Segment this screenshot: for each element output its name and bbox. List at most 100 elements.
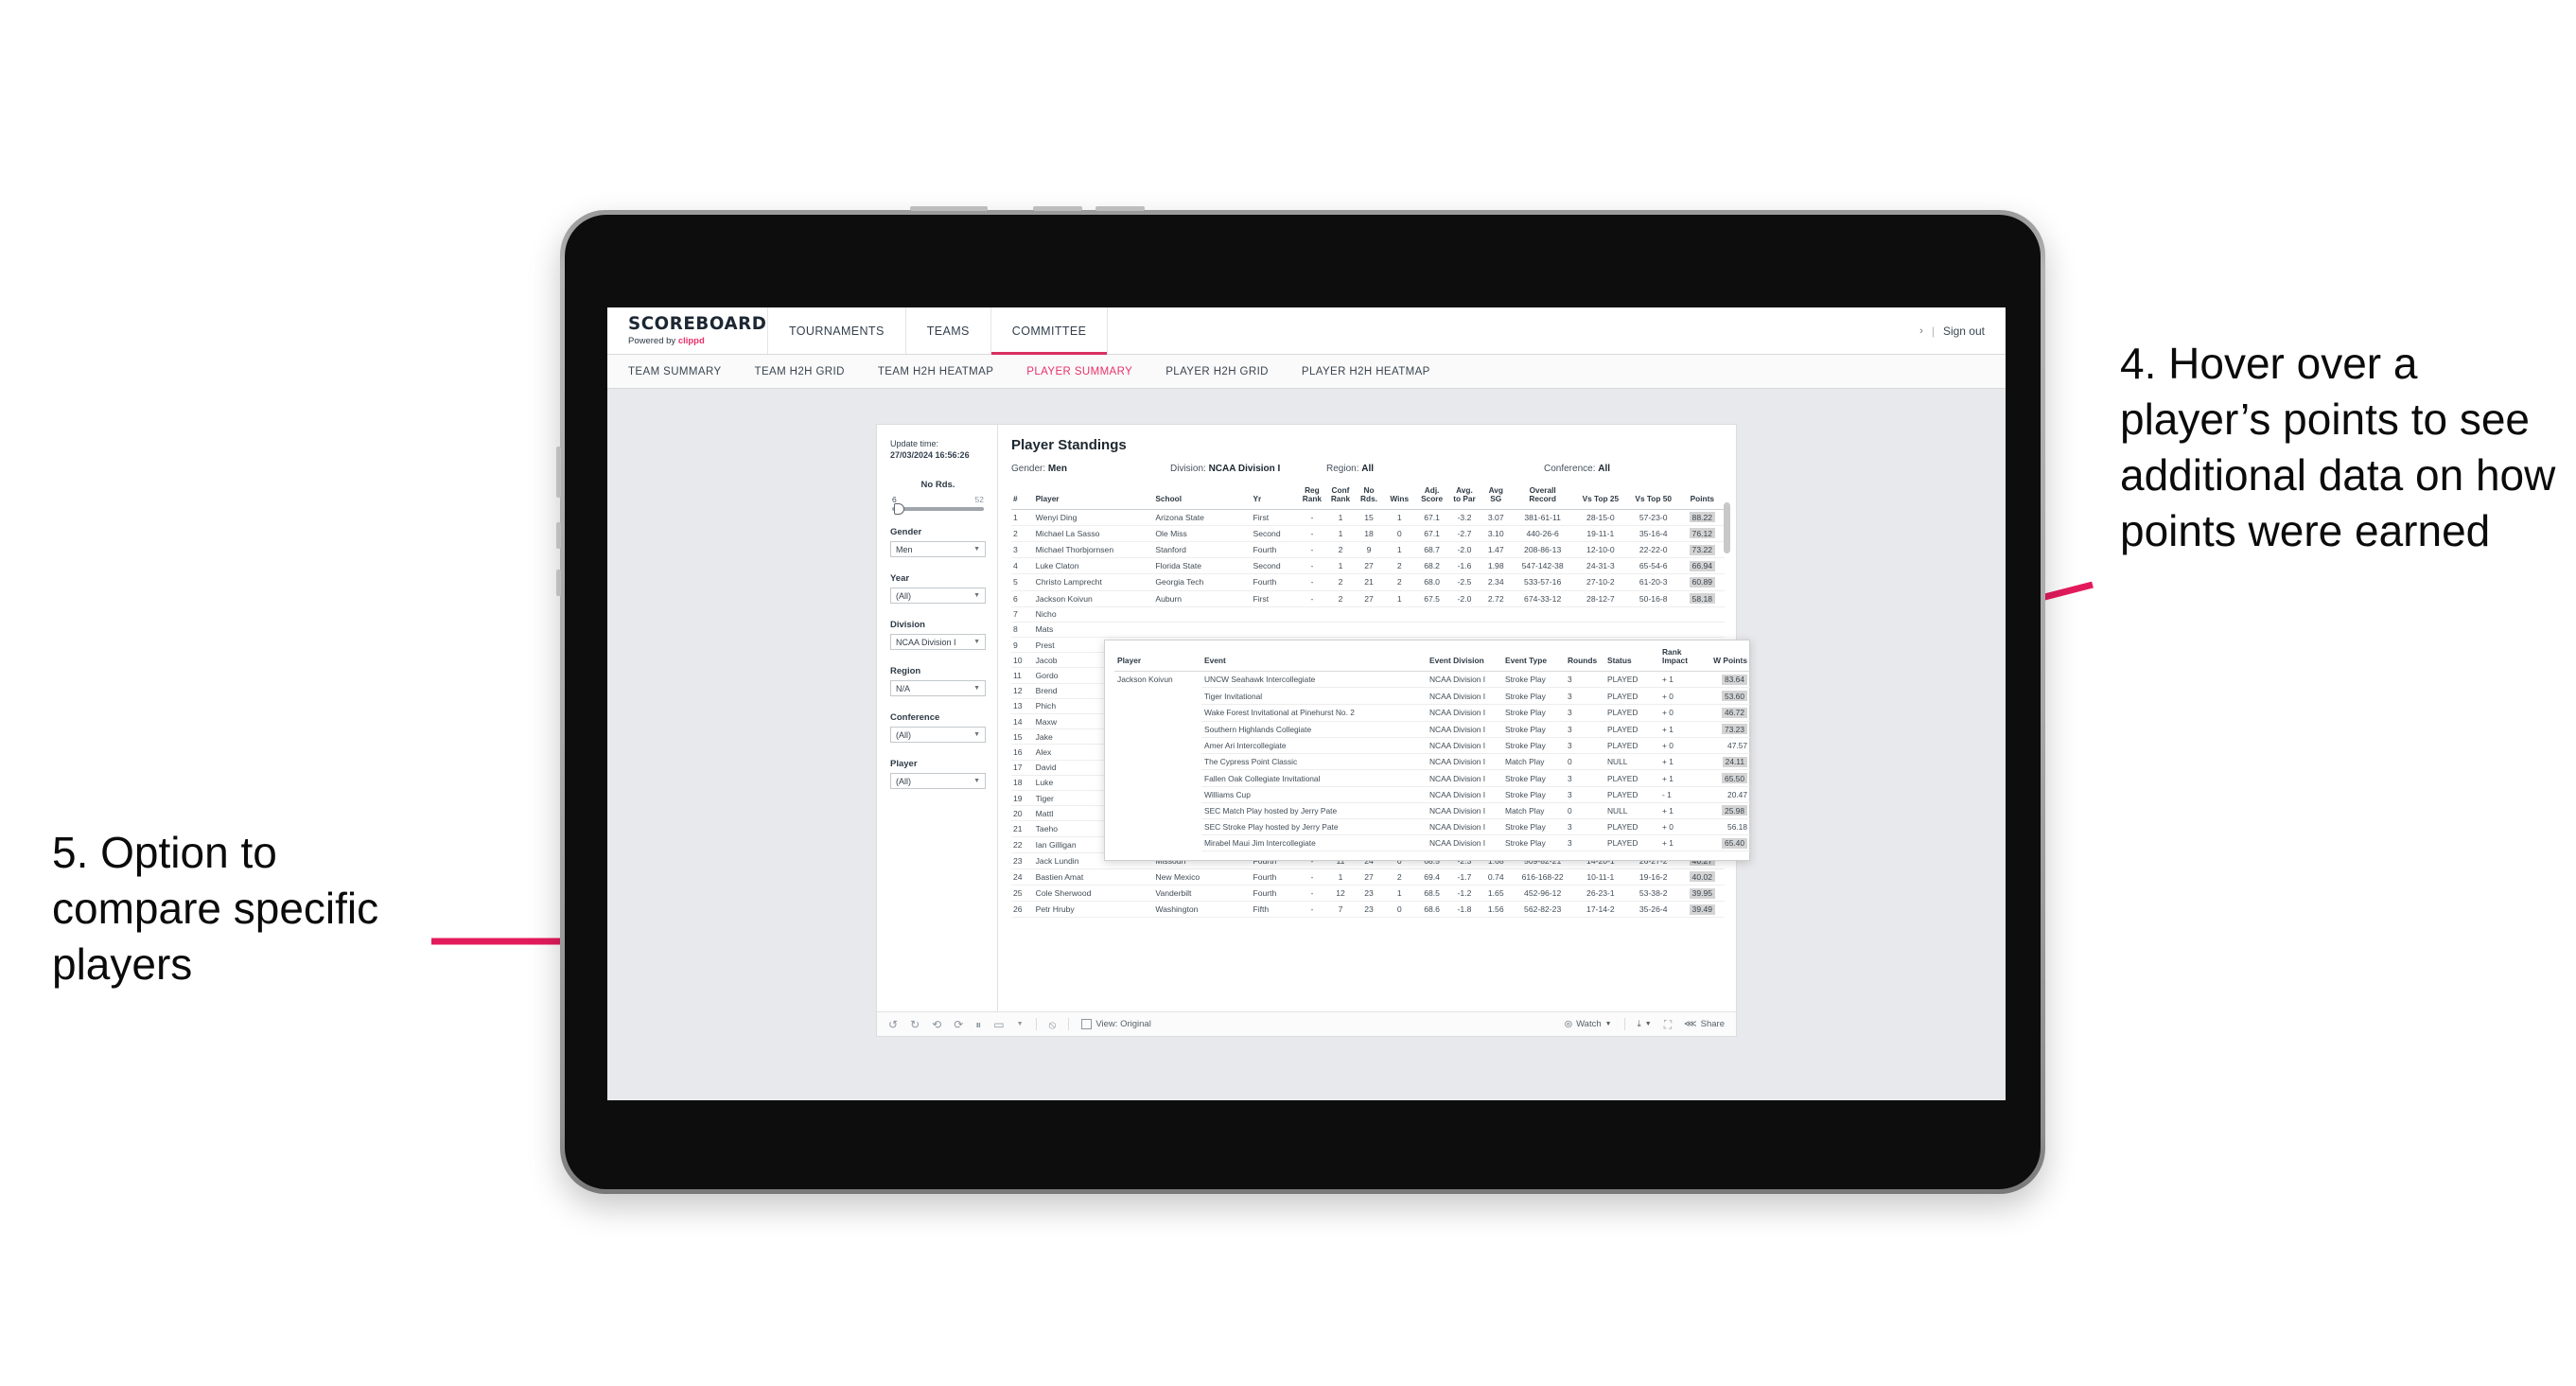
tooltip-cell-wpts: 46.72: [1701, 704, 1750, 722]
tab-team-summary[interactable]: TEAM SUMMARY: [628, 366, 742, 377]
chevron-down-icon[interactable]: ▼: [1017, 1021, 1024, 1027]
cell-num: 16: [1011, 744, 1034, 761]
filter-gender-value: Men: [896, 544, 913, 554]
col-header-rec[interactable]: Overall Record: [1511, 483, 1574, 510]
col-header-player[interactable]: Player: [1033, 483, 1154, 510]
col-header-par[interactable]: Avg. to Par: [1447, 483, 1481, 510]
table-row[interactable]: 26 Petr Hruby Washington Fifth -7 23 0 68.6 -1.8…: [1011, 901, 1725, 919]
table-row[interactable]: 4 Luke Claton Florida State Second -1 27 2 68.2…: [1011, 557, 1725, 575]
tooltip-cell-wpts: 53.60: [1701, 687, 1750, 705]
col-header-rds[interactable]: No Rds.: [1355, 483, 1384, 510]
filter-conference-select[interactable]: (All) ▼: [890, 727, 986, 744]
col-header-school[interactable]: School: [1153, 483, 1252, 510]
user-menu-icon[interactable]: ›: [1919, 325, 1923, 337]
undo-icon[interactable]: ↺: [888, 1019, 898, 1030]
col-header-conf[interactable]: Conf Rank: [1325, 483, 1355, 510]
cell-reg: -: [1297, 541, 1326, 559]
cell-pts[interactable]: 58.18: [1679, 590, 1725, 607]
table-row[interactable]: 25 Cole Sherwood Vanderbilt Fourth -12 23 1 68.…: [1011, 885, 1725, 903]
cell-pts[interactable]: 88.22: [1679, 509, 1725, 526]
no-rounds-slider[interactable]: No Rds. 6 52: [890, 480, 986, 516]
clear-filters-icon[interactable]: ⦸: [1049, 1019, 1057, 1030]
tooltip-cell-event: The Cypress Point Classic: [1201, 753, 1427, 771]
cell-pts[interactable]: 40.02: [1679, 868, 1725, 886]
volume-up-button[interactable]: [1033, 206, 1082, 211]
cell-player: Michael Thorbjornsen: [1033, 541, 1154, 559]
cell-t50: 35-26-4: [1626, 901, 1680, 919]
share-button[interactable]: ⋘ Share: [1684, 1019, 1725, 1029]
redo-icon[interactable]: ↻: [910, 1019, 920, 1030]
tooltip-col-header-rank: Rank Impact: [1659, 647, 1701, 672]
power-button[interactable]: [910, 206, 988, 211]
cell-wins: [1383, 622, 1416, 639]
tooltip-cell-player: [1114, 819, 1201, 835]
nav-teams[interactable]: TEAMS: [906, 307, 991, 354]
pause-auto-update-icon[interactable]: ⏸: [975, 1019, 981, 1030]
cell-pts[interactable]: 39.49: [1679, 901, 1725, 919]
cell-rds: 27: [1355, 590, 1384, 607]
table-row[interactable]: 1 Wenyi Ding Arizona State First -1 15 1 67.1 -3…: [1011, 509, 1725, 526]
table-row[interactable]: 5 Christo Lamprecht Georgia Tech Fourth -2 21…: [1011, 573, 1725, 591]
slider-track[interactable]: [892, 503, 984, 516]
sign-out-link[interactable]: Sign out: [1943, 325, 1985, 338]
meta-region: Region: All: [1326, 464, 1544, 474]
tab-team-h2h-grid[interactable]: TEAM H2H GRID: [755, 366, 865, 377]
filter-player-select[interactable]: (All) ▼: [890, 773, 986, 790]
tooltip-cell-event: Amer Ari Intercollegiate: [1201, 737, 1427, 754]
col-header-pts[interactable]: Points: [1679, 483, 1725, 510]
tooltip-table: Player Event Event Division Event Type Round…: [1114, 647, 1750, 852]
cell-pts[interactable]: 66.94: [1679, 557, 1725, 575]
cell-pts[interactable]: 60.89: [1679, 573, 1725, 591]
col-header-yr[interactable]: Yr: [1251, 483, 1298, 510]
side-button-3[interactable]: [556, 570, 561, 596]
table-row[interactable]: 24 Bastien Amat New Mexico Fourth -1 27 2 69.4-…: [1011, 868, 1725, 886]
slider-handle[interactable]: [894, 503, 904, 516]
filter-region-select[interactable]: N/A ▼: [890, 680, 986, 697]
filter-division-select[interactable]: NCAA Division I ▼: [890, 634, 986, 651]
col-header-num[interactable]: #: [1011, 483, 1034, 510]
brand-logo[interactable]: SCOREBOARD Powered by clippd: [607, 307, 768, 354]
table-row[interactable]: 3 Michael Thorbjornsen Stanford Fourth -2 9 1 6…: [1011, 541, 1725, 559]
tab-player-h2h-grid[interactable]: PLAYER H2H GRID: [1165, 366, 1288, 377]
cell-par: -1.2: [1447, 885, 1481, 903]
tooltip-cell-div: NCAA Division I: [1427, 721, 1502, 739]
side-button-2[interactable]: [556, 522, 561, 549]
table-row[interactable]: 8 Mats: [1011, 622, 1725, 639]
cell-adj: [1415, 622, 1448, 639]
col-header-t50[interactable]: Vs Top 50: [1626, 483, 1680, 510]
filter-gender-select[interactable]: Men ▼: [890, 541, 986, 558]
download-button[interactable]: ⤓ ▼: [1638, 1019, 1652, 1029]
refresh-data-icon[interactable]: ⟳: [954, 1019, 963, 1030]
col-header-reg[interactable]: Reg Rank: [1297, 483, 1326, 510]
tab-team-h2h-heatmap[interactable]: TEAM H2H HEATMAP: [878, 366, 1013, 377]
cell-num: 15: [1011, 728, 1034, 746]
watch-button[interactable]: ◎ Watch ▼: [1565, 1019, 1612, 1029]
cell-wins: [1383, 606, 1416, 623]
vertical-scrollbar[interactable]: [1724, 502, 1730, 553]
col-header-sg[interactable]: Avg SG: [1481, 483, 1512, 510]
cell-pts[interactable]: 73.22: [1679, 541, 1725, 559]
tab-player-summary[interactable]: PLAYER SUMMARY: [1026, 366, 1152, 377]
tab-player-h2h-heatmap[interactable]: PLAYER H2H HEATMAP: [1302, 366, 1450, 377]
cell-pts[interactable]: 76.12: [1679, 525, 1725, 542]
table-row[interactable]: 7 Nicho: [1011, 606, 1725, 623]
filter-year-select[interactable]: (All) ▼: [890, 588, 986, 605]
nav-tournaments[interactable]: TOURNAMENTS: [768, 307, 906, 354]
volume-down-button[interactable]: [1095, 206, 1145, 211]
side-button-1[interactable]: [556, 447, 561, 498]
nav-committee[interactable]: COMMITTEE: [990, 307, 1109, 355]
custom-view-icon[interactable]: ▭: [993, 1019, 1004, 1030]
table-row[interactable]: 2 Michael La Sasso Ole Miss Second -1 18 0 67.1…: [1011, 525, 1725, 542]
filter-gender-label: Gender: [890, 527, 922, 538]
view-selector[interactable]: View: Original: [1081, 1019, 1151, 1029]
table-row[interactable]: 6 Jackson Koivun Auburn First -2 27 1 67.5 -2.0 2…: [1011, 590, 1725, 607]
col-header-t25[interactable]: Vs Top 25: [1573, 483, 1627, 510]
col-header-adj[interactable]: Adj. Score: [1415, 483, 1448, 510]
revert-icon[interactable]: ⟲: [932, 1019, 941, 1030]
col-header-wins[interactable]: Wins: [1383, 483, 1416, 510]
cell-pts[interactable]: 39.95: [1679, 885, 1725, 903]
cell-conf: 1: [1325, 557, 1355, 575]
cell-pts[interactable]: [1679, 606, 1725, 623]
fullscreen-icon[interactable]: ⛶: [1664, 1019, 1672, 1030]
cell-pts[interactable]: [1679, 622, 1725, 639]
